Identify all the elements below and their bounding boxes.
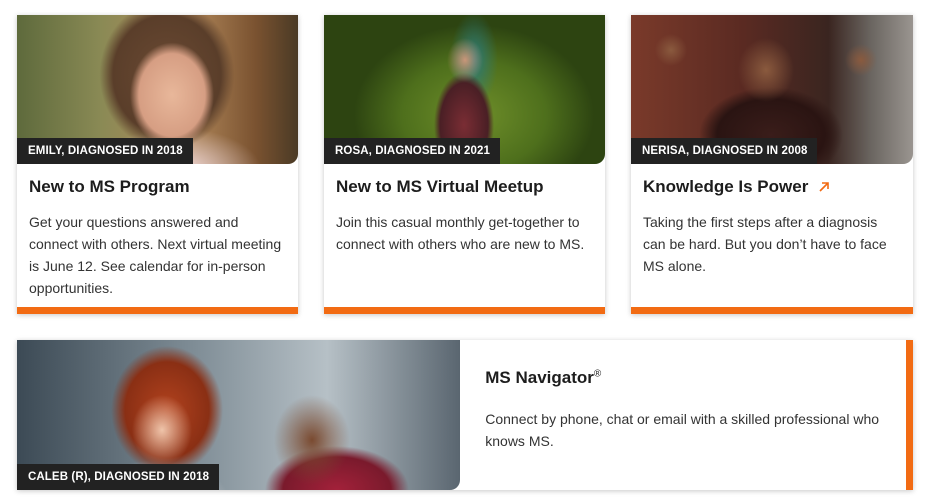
card-title[interactable]: New to MS Program	[29, 177, 286, 197]
card-new-to-ms-program[interactable]: EMILY, DIAGNOSED IN 2018 New to MS Progr…	[17, 15, 298, 314]
external-link-arrow-icon	[819, 182, 830, 192]
card-photo: EMILY, DIAGNOSED IN 2018	[17, 15, 298, 164]
card-description: Taking the first steps after a diagnosis…	[643, 214, 887, 274]
card-photo: CALEB (R), DIAGNOSED IN 2018	[17, 340, 461, 490]
registered-mark: ®	[593, 368, 602, 380]
photo-caption: NERISA, DIAGNOSED IN 2008	[631, 138, 818, 164]
card-title[interactable]: Knowledge Is Power	[643, 177, 901, 197]
photo-caption: ROSA, DIAGNOSED IN 2021	[324, 138, 501, 164]
card-photo: NERISA, DIAGNOSED IN 2008	[631, 15, 913, 164]
card-description: Get your questions answered and connect …	[29, 214, 282, 296]
card-ms-navigator[interactable]: CALEB (R), DIAGNOSED IN 2018 MS Navigato…	[17, 340, 913, 490]
card-new-to-ms-virtual-meetup[interactable]: ROSA, DIAGNOSED IN 2021 New to MS Virtua…	[324, 15, 605, 314]
card-title[interactable]: New to MS Virtual Meetup	[336, 177, 593, 197]
card-knowledge-is-power[interactable]: NERISA, DIAGNOSED IN 2008 Knowledge Is P…	[631, 15, 913, 314]
card-description: Connect by phone, chat or email with a s…	[485, 411, 880, 449]
card-title[interactable]: MS Navigator®	[485, 368, 881, 388]
photo-caption: CALEB (R), DIAGNOSED IN 2018	[17, 464, 220, 490]
card-description: Join this casual monthly get-together to…	[336, 214, 585, 252]
card-photo: ROSA, DIAGNOSED IN 2021	[324, 15, 605, 164]
photo-caption: EMILY, DIAGNOSED IN 2018	[17, 138, 193, 164]
